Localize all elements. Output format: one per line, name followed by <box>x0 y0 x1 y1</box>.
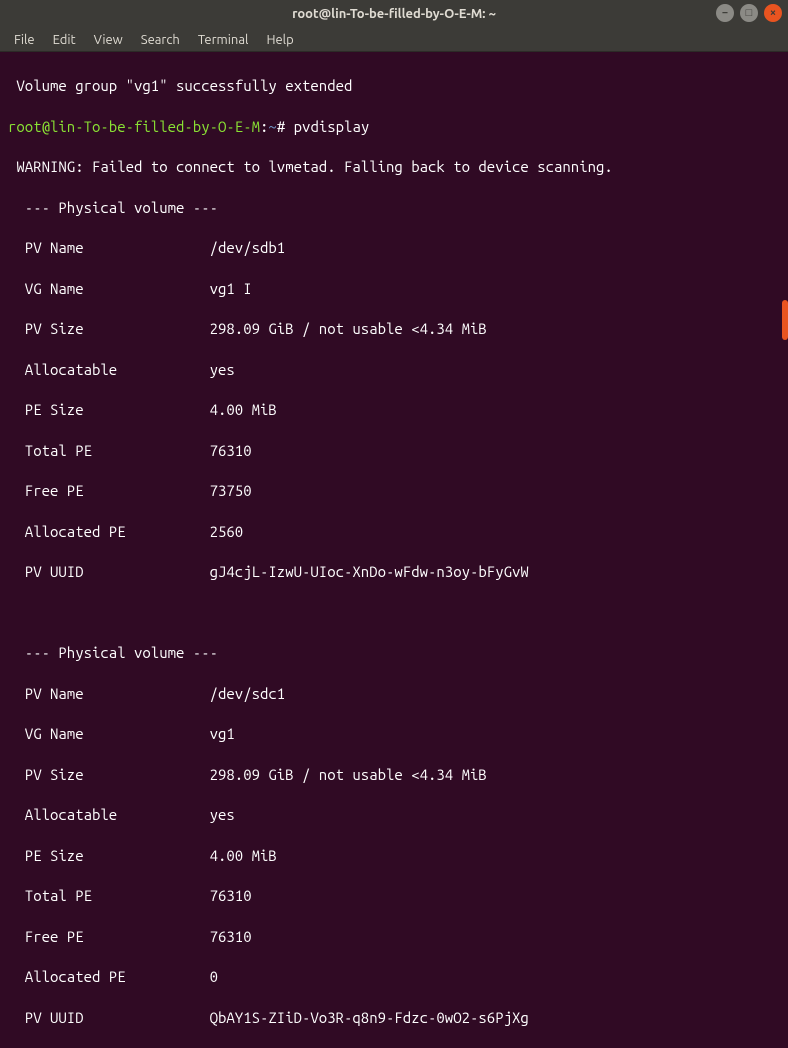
pv1-vg: VG Name vg1 I <box>8 279 780 299</box>
pv1-name: PV Name /dev/sdb1 <box>8 238 780 258</box>
terminal-output[interactable]: Volume group "vg1" successfully extended… <box>0 52 788 525</box>
menu-help[interactable]: Help <box>258 31 301 49</box>
pv1-pesize: PE Size 4.00 MiB <box>8 400 780 420</box>
pv2-pesize: PE Size 4.00 MiB <box>8 846 780 866</box>
pv2-name: PV Name /dev/sdc1 <box>8 684 780 704</box>
pv1-alloc: Allocatable yes <box>8 360 780 380</box>
minimize-button[interactable]: − <box>716 4 734 22</box>
prompt-line: root@lin-To-be-filled-by-O-E-M:~# pvdisp… <box>8 117 780 137</box>
scrollbar-thumb[interactable] <box>782 300 788 340</box>
pv-header: --- Physical volume --- <box>8 643 780 663</box>
window-controls: − □ × <box>716 4 782 22</box>
text-cursor-icon: I <box>243 279 251 299</box>
warning-line: WARNING: Failed to connect to lvmetad. F… <box>8 157 780 177</box>
blank-line <box>8 603 780 623</box>
pv2-alloc: Allocatable yes <box>8 805 780 825</box>
close-button[interactable]: × <box>764 4 782 22</box>
menu-terminal[interactable]: Terminal <box>190 31 257 49</box>
pv2-allocpe: Allocated PE 0 <box>8 967 780 987</box>
menu-view[interactable]: View <box>86 31 131 49</box>
pv1-freepe: Free PE 73750 <box>8 481 780 501</box>
command-typed: pvdisplay <box>294 118 370 135</box>
maximize-button[interactable]: □ <box>740 4 758 22</box>
pv-header: --- Physical volume --- <box>8 198 780 218</box>
prompt-userhost: root@lin-To-be-filled-by-O-E-M <box>8 118 260 135</box>
pv2-size: PV Size 298.09 GiB / not usable <4.34 Mi… <box>8 765 780 785</box>
titlebar: root@lin-To-be-filled-by-O-E-M: ~ − □ × <box>0 0 788 28</box>
pv2-totalpe: Total PE 76310 <box>8 886 780 906</box>
prompt-path: ~ <box>268 118 276 135</box>
menu-edit[interactable]: Edit <box>45 31 84 49</box>
pv2-uuid: PV UUID QbAY1S-ZIiD-Vo3R-q8n9-Fdzc-0wO2-… <box>8 1008 780 1028</box>
output-line: Volume group "vg1" successfully extended <box>8 76 780 96</box>
menubar: File Edit View Search Terminal Help <box>0 28 788 52</box>
pv1-totalpe: Total PE 76310 <box>8 441 780 461</box>
pv1-size: PV Size 298.09 GiB / not usable <4.34 Mi… <box>8 319 780 339</box>
menu-file[interactable]: File <box>6 31 43 49</box>
pv1-uuid: PV UUID gJ4cjL-IzwU-UIoc-XnDo-wFdw-n3oy-… <box>8 562 780 582</box>
pv2-freepe: Free PE 76310 <box>8 927 780 947</box>
menu-search[interactable]: Search <box>133 31 188 49</box>
window-title: root@lin-To-be-filled-by-O-E-M: ~ <box>292 7 496 21</box>
prompt-sigil: # <box>277 118 285 135</box>
pv2-vg: VG Name vg1 <box>8 724 780 744</box>
